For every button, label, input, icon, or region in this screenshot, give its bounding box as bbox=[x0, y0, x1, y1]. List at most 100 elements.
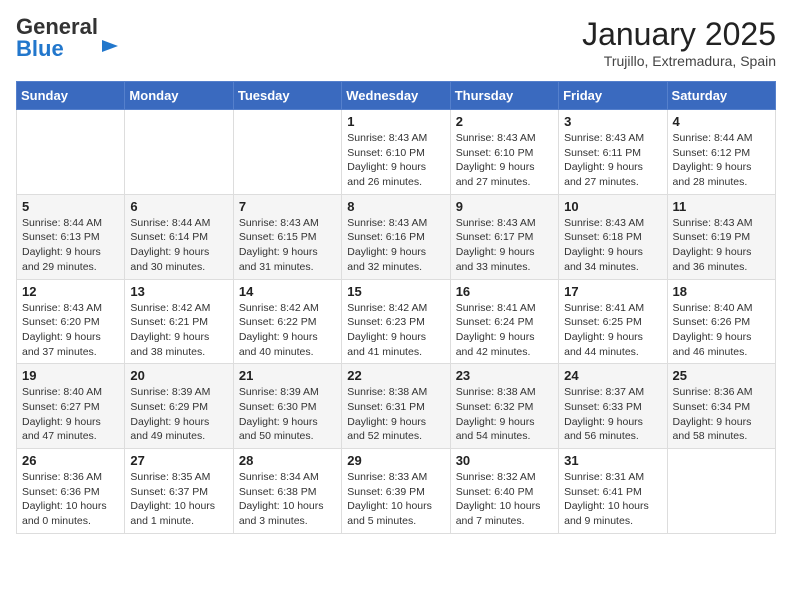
day-number: 27 bbox=[130, 453, 227, 468]
calendar-cell: 24 Sunrise: 8:37 AM Sunset: 6:33 PM Dayli… bbox=[559, 364, 667, 449]
day-info: Sunrise: 8:40 AM Sunset: 6:27 PM Dayligh… bbox=[22, 385, 119, 444]
day-info: Sunrise: 8:40 AM Sunset: 6:26 PM Dayligh… bbox=[673, 301, 770, 360]
calendar-table: SundayMondayTuesdayWednesdayThursdayFrid… bbox=[16, 81, 776, 534]
day-number: 24 bbox=[564, 368, 661, 383]
day-info: Sunrise: 8:43 AM Sunset: 6:19 PM Dayligh… bbox=[673, 216, 770, 275]
week-row-3: 12 Sunrise: 8:43 AM Sunset: 6:20 PM Dayli… bbox=[17, 279, 776, 364]
day-info: Sunrise: 8:34 AM Sunset: 6:38 PM Dayligh… bbox=[239, 470, 336, 529]
day-info: Sunrise: 8:41 AM Sunset: 6:25 PM Dayligh… bbox=[564, 301, 661, 360]
day-number: 4 bbox=[673, 114, 770, 129]
calendar-cell: 1Sunrise: 8:43 AM Sunset: 6:10 PM Daylig… bbox=[342, 110, 450, 195]
day-number: 19 bbox=[22, 368, 119, 383]
day-info: Sunrise: 8:43 AM Sunset: 6:20 PM Dayligh… bbox=[22, 301, 119, 360]
calendar-cell: 12 Sunrise: 8:43 AM Sunset: 6:20 PM Dayli… bbox=[17, 279, 125, 364]
day-number: 6 bbox=[130, 199, 227, 214]
day-info: Sunrise: 8:41 AM Sunset: 6:24 PM Dayligh… bbox=[456, 301, 553, 360]
day-info: Sunrise: 8:39 AM Sunset: 6:29 PM Dayligh… bbox=[130, 385, 227, 444]
day-number: 9 bbox=[456, 199, 553, 214]
logo-blue-text: Blue bbox=[16, 36, 64, 61]
day-info: Sunrise: 8:33 AM Sunset: 6:39 PM Dayligh… bbox=[347, 470, 444, 529]
calendar-cell: 17 Sunrise: 8:41 AM Sunset: 6:25 PM Dayli… bbox=[559, 279, 667, 364]
weekday-header-thursday: Thursday bbox=[450, 82, 558, 110]
day-number: 28 bbox=[239, 453, 336, 468]
day-number: 17 bbox=[564, 284, 661, 299]
calendar-cell: 8 Sunrise: 8:43 AM Sunset: 6:16 PM Daylig… bbox=[342, 194, 450, 279]
day-info: Sunrise: 8:36 AM Sunset: 6:36 PM Dayligh… bbox=[22, 470, 119, 529]
calendar-cell: 9 Sunrise: 8:43 AM Sunset: 6:17 PM Daylig… bbox=[450, 194, 558, 279]
day-number: 11 bbox=[673, 199, 770, 214]
day-info: Sunrise: 8:43 AM Sunset: 6:10 PM Dayligh… bbox=[347, 131, 444, 190]
calendar-cell: 4 Sunrise: 8:44 AM Sunset: 6:12 PM Daylig… bbox=[667, 110, 775, 195]
day-info: Sunrise: 8:31 AM Sunset: 6:41 PM Dayligh… bbox=[564, 470, 661, 529]
day-number: 14 bbox=[239, 284, 336, 299]
calendar-cell: 19 Sunrise: 8:40 AM Sunset: 6:27 PM Dayli… bbox=[17, 364, 125, 449]
location-text: Trujillo, Extremadura, Spain bbox=[582, 53, 776, 69]
calendar-cell: 20 Sunrise: 8:39 AM Sunset: 6:29 PM Dayli… bbox=[125, 364, 233, 449]
page-header: General Blue January 2025 Trujillo, Extr… bbox=[16, 16, 776, 69]
day-info: Sunrise: 8:42 AM Sunset: 6:21 PM Dayligh… bbox=[130, 301, 227, 360]
calendar-cell: 13 Sunrise: 8:42 AM Sunset: 6:21 PM Dayli… bbox=[125, 279, 233, 364]
day-info: Sunrise: 8:43 AM Sunset: 6:17 PM Dayligh… bbox=[456, 216, 553, 275]
weekday-header-monday: Monday bbox=[125, 82, 233, 110]
day-number: 15 bbox=[347, 284, 444, 299]
calendar-cell: 11 Sunrise: 8:43 AM Sunset: 6:19 PM Dayli… bbox=[667, 194, 775, 279]
day-number: 20 bbox=[130, 368, 227, 383]
calendar-cell: 30Sunrise: 8:32 AM Sunset: 6:40 PM Dayli… bbox=[450, 449, 558, 534]
calendar-cell: 28 Sunrise: 8:34 AM Sunset: 6:38 PM Dayli… bbox=[233, 449, 341, 534]
calendar-cell: 25 Sunrise: 8:36 AM Sunset: 6:34 PM Dayli… bbox=[667, 364, 775, 449]
calendar-cell bbox=[17, 110, 125, 195]
day-number: 12 bbox=[22, 284, 119, 299]
title-block: January 2025 Trujillo, Extremadura, Spai… bbox=[582, 16, 776, 69]
weekday-header-saturday: Saturday bbox=[667, 82, 775, 110]
calendar-cell: 16 Sunrise: 8:41 AM Sunset: 6:24 PM Dayli… bbox=[450, 279, 558, 364]
calendar-cell: 22Sunrise: 8:38 AM Sunset: 6:31 PM Dayli… bbox=[342, 364, 450, 449]
weekday-header-row: SundayMondayTuesdayWednesdayThursdayFrid… bbox=[17, 82, 776, 110]
day-number: 16 bbox=[456, 284, 553, 299]
day-number: 22 bbox=[347, 368, 444, 383]
day-number: 30 bbox=[456, 453, 553, 468]
day-number: 21 bbox=[239, 368, 336, 383]
day-number: 3 bbox=[564, 114, 661, 129]
day-info: Sunrise: 8:44 AM Sunset: 6:12 PM Dayligh… bbox=[673, 131, 770, 190]
calendar-cell: 6Sunrise: 8:44 AM Sunset: 6:14 PM Daylig… bbox=[125, 194, 233, 279]
calendar-cell: 5Sunrise: 8:44 AM Sunset: 6:13 PM Daylig… bbox=[17, 194, 125, 279]
day-number: 10 bbox=[564, 199, 661, 214]
calendar-cell: 14 Sunrise: 8:42 AM Sunset: 6:22 PM Dayli… bbox=[233, 279, 341, 364]
day-number: 29 bbox=[347, 453, 444, 468]
day-number: 23 bbox=[456, 368, 553, 383]
calendar-cell bbox=[667, 449, 775, 534]
day-number: 5 bbox=[22, 199, 119, 214]
day-number: 13 bbox=[130, 284, 227, 299]
day-number: 25 bbox=[673, 368, 770, 383]
weekday-header-friday: Friday bbox=[559, 82, 667, 110]
day-number: 8 bbox=[347, 199, 444, 214]
calendar-cell: 10Sunrise: 8:43 AM Sunset: 6:18 PM Dayli… bbox=[559, 194, 667, 279]
calendar-cell: 3Sunrise: 8:43 AM Sunset: 6:11 PM Daylig… bbox=[559, 110, 667, 195]
calendar-cell bbox=[125, 110, 233, 195]
calendar-cell: 21Sunrise: 8:39 AM Sunset: 6:30 PM Dayli… bbox=[233, 364, 341, 449]
calendar-cell: 23 Sunrise: 8:38 AM Sunset: 6:32 PM Dayli… bbox=[450, 364, 558, 449]
calendar-cell: 15Sunrise: 8:42 AM Sunset: 6:23 PM Dayli… bbox=[342, 279, 450, 364]
day-info: Sunrise: 8:37 AM Sunset: 6:33 PM Dayligh… bbox=[564, 385, 661, 444]
day-info: Sunrise: 8:38 AM Sunset: 6:32 PM Dayligh… bbox=[456, 385, 553, 444]
calendar-cell: 2 Sunrise: 8:43 AM Sunset: 6:10 PM Daylig… bbox=[450, 110, 558, 195]
day-number: 2 bbox=[456, 114, 553, 129]
day-number: 31 bbox=[564, 453, 661, 468]
week-row-2: 5Sunrise: 8:44 AM Sunset: 6:13 PM Daylig… bbox=[17, 194, 776, 279]
day-info: Sunrise: 8:36 AM Sunset: 6:34 PM Dayligh… bbox=[673, 385, 770, 444]
week-row-4: 19 Sunrise: 8:40 AM Sunset: 6:27 PM Dayli… bbox=[17, 364, 776, 449]
week-row-1: 1Sunrise: 8:43 AM Sunset: 6:10 PM Daylig… bbox=[17, 110, 776, 195]
day-info: Sunrise: 8:43 AM Sunset: 6:15 PM Dayligh… bbox=[239, 216, 336, 275]
logo: General Blue bbox=[16, 16, 120, 60]
calendar-cell: 27 Sunrise: 8:35 AM Sunset: 6:37 PM Dayli… bbox=[125, 449, 233, 534]
weekday-header-sunday: Sunday bbox=[17, 82, 125, 110]
month-title: January 2025 bbox=[582, 16, 776, 53]
day-info: Sunrise: 8:43 AM Sunset: 6:10 PM Dayligh… bbox=[456, 131, 553, 190]
day-info: Sunrise: 8:42 AM Sunset: 6:22 PM Dayligh… bbox=[239, 301, 336, 360]
logo-flag-icon bbox=[100, 38, 120, 58]
calendar-cell: 18Sunrise: 8:40 AM Sunset: 6:26 PM Dayli… bbox=[667, 279, 775, 364]
day-info: Sunrise: 8:43 AM Sunset: 6:16 PM Dayligh… bbox=[347, 216, 444, 275]
week-row-5: 26Sunrise: 8:36 AM Sunset: 6:36 PM Dayli… bbox=[17, 449, 776, 534]
day-info: Sunrise: 8:35 AM Sunset: 6:37 PM Dayligh… bbox=[130, 470, 227, 529]
calendar-cell bbox=[233, 110, 341, 195]
